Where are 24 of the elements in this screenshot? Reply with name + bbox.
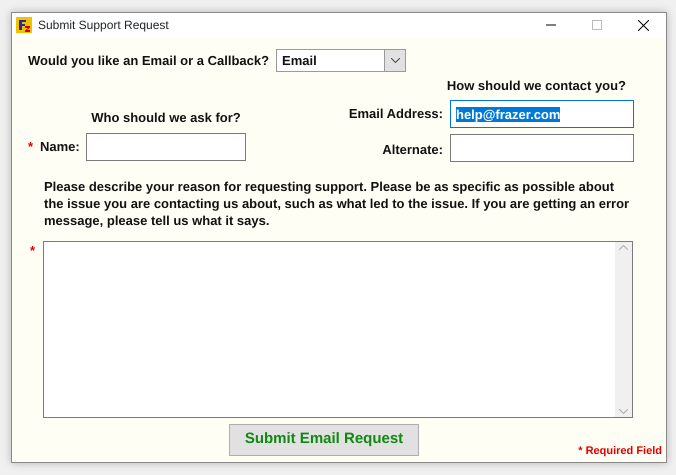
caret-icon	[390, 58, 400, 63]
window-title: Submit Support Request	[38, 17, 169, 34]
section-heading: How should we contact you?	[446, 78, 626, 93]
section-heading: Who should we ask for?	[91, 110, 241, 125]
submit-button[interactable]: Submit Email Request	[229, 424, 419, 456]
app-logo-icon	[16, 17, 32, 33]
alternate-label: Alternate:	[382, 140, 443, 159]
scrollbar[interactable]	[615, 242, 632, 416]
alternate-field[interactable]	[450, 134, 634, 162]
contact-method-label: Would you like an Email or a Callback?	[28, 52, 270, 70]
instructions-text: Please describe your reason for requesting support. Please be as specific as possible about the issue you are contacting us about, such as what led to the issue. If you are getting an error message, please tell us what it says.	[44, 178, 630, 228]
close-icon	[638, 20, 648, 30]
maximize-icon	[592, 20, 602, 30]
description-field[interactable]	[43, 240, 633, 418]
email-label: Email Address:	[348, 104, 443, 123]
email-field[interactable]: help@frazer.com	[450, 100, 634, 128]
required-mark: *	[30, 242, 36, 260]
required-field-note: * Required Field	[578, 444, 662, 459]
required-mark: *	[28, 138, 34, 156]
contact-method-dropdown[interactable]: Email	[276, 49, 406, 72]
name-field[interactable]	[86, 132, 246, 160]
scroll-up-icon[interactable]	[619, 244, 628, 250]
scroll-down-icon[interactable]	[619, 408, 628, 414]
name-label: Name:	[40, 138, 80, 156]
